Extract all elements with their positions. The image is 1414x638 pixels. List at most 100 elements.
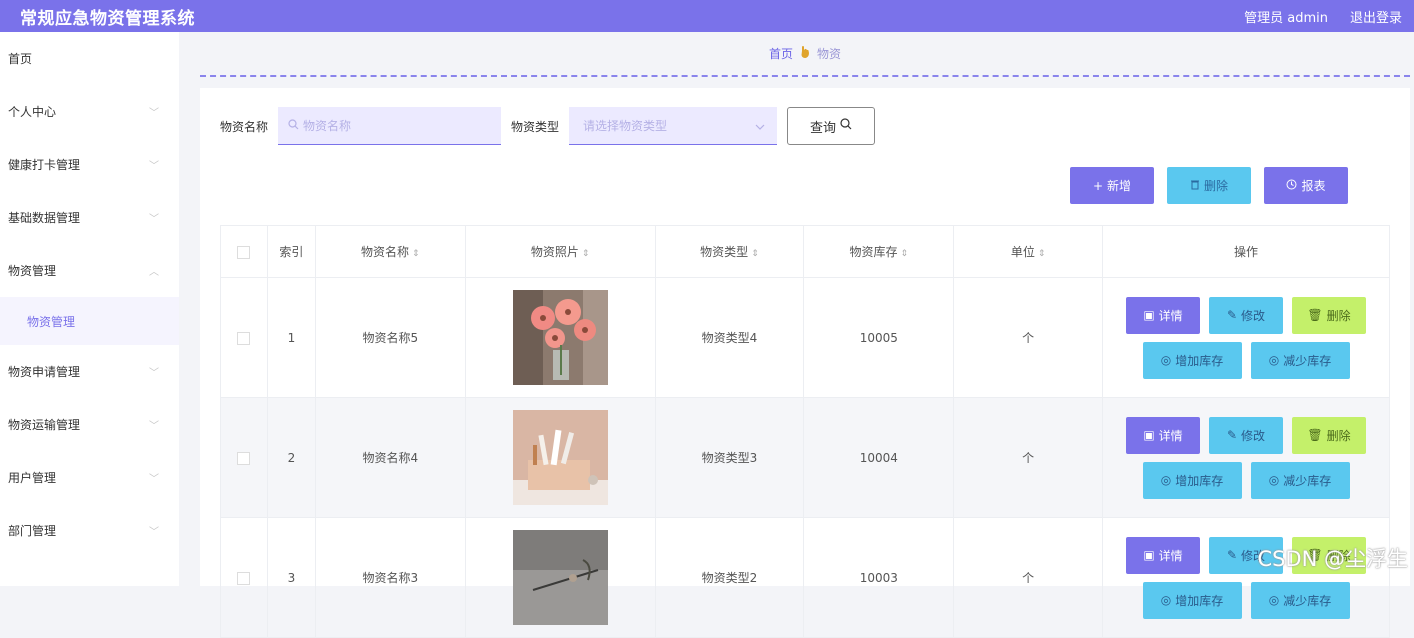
name-placeholder: 物资名称 bbox=[303, 119, 352, 133]
top-bar: 常规应急物资管理系统 管理员 admin 退出登录 bbox=[0, 0, 1414, 32]
cell-actions: ▣ 详情 ✎ 修改 🗑 删除 ◎ 增加库存 ◎ 减少库存 bbox=[1102, 397, 1390, 518]
add-stock-button[interactable]: ◎ 增加库存 bbox=[1142, 341, 1242, 379]
pencil-icon: ✎ bbox=[1226, 428, 1238, 442]
sort-icon[interactable]: ⇕ bbox=[412, 249, 420, 259]
document-icon: ▣ bbox=[1143, 548, 1155, 562]
delete-button[interactable]: 🗑 删除 bbox=[1292, 416, 1366, 454]
content-panel: 物资名称 物资名称 物资类型 请选择物资类型 查询 + 新增 删除 报表 索引 … bbox=[200, 88, 1410, 638]
add-stock-button[interactable]: ◎ 增加库存 bbox=[1142, 581, 1242, 619]
document-icon: ▣ bbox=[1143, 428, 1155, 442]
breadcrumb-current: 物资 bbox=[817, 47, 842, 61]
breadcrumb: 首页 物资 bbox=[200, 32, 1410, 77]
cell-type: 物资类型4 bbox=[654, 277, 805, 398]
sidebar-item-label: 物资管理 bbox=[8, 264, 57, 278]
name-label: 物资名称 bbox=[220, 119, 269, 134]
table-header-row: 索引 物资名称 ⇕ 物资照片 ⇕ 物资类型 ⇕ 物资库存 ⇕ 单位 ⇕ 操作 bbox=[220, 225, 1390, 278]
column-header-index: 索引 bbox=[266, 225, 316, 278]
detail-button[interactable]: ▣ 详情 bbox=[1126, 536, 1200, 574]
chevron-down-icon: ﹀ bbox=[149, 474, 159, 485]
sidebar-item-users[interactable]: 用户管理 ﹀ bbox=[0, 451, 179, 504]
table-row: 3 物资名称3 物资类型2 10003 个 ▣ 详情 ✎ 修改 🗑 删除 ◎ 增… bbox=[220, 517, 1390, 638]
table-row: 2 物资名称4 物资类型3 10004 个 ▣ 详情 ✎ 修改 🗑 删除 ◎ 增… bbox=[220, 397, 1390, 518]
material-photo[interactable] bbox=[512, 290, 608, 385]
edit-label: 修改 bbox=[1241, 428, 1266, 443]
report-button[interactable]: 报表 bbox=[1264, 167, 1348, 204]
query-button[interactable]: 查询 bbox=[787, 107, 876, 145]
add-stock-label: 增加库存 bbox=[1175, 353, 1224, 368]
sidebar-item-requests[interactable]: 物资申请管理 ﹀ bbox=[0, 345, 179, 398]
sort-icon[interactable]: ⇕ bbox=[1038, 249, 1046, 259]
query-button-label: 查询 bbox=[810, 120, 837, 136]
report-button-label: 报表 bbox=[1301, 179, 1326, 193]
column-header-photo[interactable]: 物资照片 ⇕ bbox=[464, 225, 656, 278]
cell-index: 3 bbox=[266, 517, 316, 638]
sidebar-item-label: 首页 bbox=[8, 52, 33, 66]
sidebar-item-home[interactable]: 首页 bbox=[0, 32, 179, 85]
detail-button[interactable]: ▣ 详情 bbox=[1126, 296, 1200, 334]
column-header-actions: 操作 bbox=[1102, 225, 1390, 278]
breadcrumb-separator-icon bbox=[799, 45, 811, 62]
sidebar-item-transport[interactable]: 物资运输管理 ﹀ bbox=[0, 398, 179, 451]
sidebar-item-departments[interactable]: 部门管理 ﹀ bbox=[0, 504, 179, 557]
delete-button[interactable]: 🗑 删除 bbox=[1292, 296, 1366, 334]
cell-stock: 10003 bbox=[803, 517, 955, 638]
batch-delete-button[interactable]: 删除 bbox=[1167, 167, 1251, 204]
sidebar: 首页 个人中心 ﹀ 健康打卡管理 ﹀ 基础数据管理 ﹀ 物资管理 ︿ 物资管理 物资申请… bbox=[0, 32, 179, 586]
reduce-stock-label: 减少库存 bbox=[1283, 353, 1332, 368]
delete-button-label: 删除 bbox=[1203, 179, 1228, 193]
reduce-stock-button[interactable]: ◎ 减少库存 bbox=[1250, 461, 1350, 499]
row-checkbox[interactable] bbox=[237, 331, 251, 345]
detail-button[interactable]: ▣ 详情 bbox=[1126, 416, 1200, 454]
cell-unit: 个 bbox=[953, 517, 1104, 638]
select-all-cell bbox=[220, 225, 268, 278]
trash-icon: 🗑 bbox=[1307, 308, 1323, 322]
row-checkbox[interactable] bbox=[237, 571, 251, 585]
reduce-stock-button[interactable]: ◎ 减少库存 bbox=[1250, 341, 1350, 379]
sort-icon[interactable]: ⇕ bbox=[751, 249, 759, 259]
name-search-input[interactable]: 物资名称 bbox=[278, 107, 502, 145]
add-stock-label: 增加库存 bbox=[1175, 473, 1224, 488]
add-stock-button[interactable]: ◎ 增加库存 bbox=[1142, 461, 1242, 499]
delete-label: 删除 bbox=[1326, 308, 1351, 323]
material-photo[interactable] bbox=[512, 530, 608, 625]
column-header-unit[interactable]: 单位 ⇕ bbox=[953, 225, 1104, 278]
pencil-icon: ✎ bbox=[1226, 548, 1238, 562]
sidebar-item-label: 健康打卡管理 bbox=[8, 158, 81, 172]
location-icon: ◎ bbox=[1268, 593, 1280, 607]
cell-name: 物资名称4 bbox=[314, 397, 466, 518]
trash-icon bbox=[1190, 179, 1200, 193]
sidebar-item-health[interactable]: 健康打卡管理 ﹀ bbox=[0, 138, 179, 191]
sidebar-item-basic-data[interactable]: 基础数据管理 ﹀ bbox=[0, 191, 179, 244]
user-name[interactable]: 管理员 admin bbox=[1244, 7, 1328, 26]
column-header-type[interactable]: 物资类型 ⇕ bbox=[654, 225, 805, 278]
reduce-stock-label: 减少库存 bbox=[1283, 593, 1332, 608]
sidebar-subitem-materials[interactable]: 物资管理 bbox=[0, 297, 179, 345]
cell-stock: 10005 bbox=[803, 277, 955, 398]
sidebar-item-personal[interactable]: 个人中心 ﹀ bbox=[0, 85, 179, 138]
plus-icon: + bbox=[1092, 178, 1104, 193]
header-label: 索引 bbox=[279, 245, 304, 259]
edit-button[interactable]: ✎ 修改 bbox=[1209, 416, 1283, 454]
sort-icon[interactable]: ⇕ bbox=[582, 249, 590, 259]
reduce-stock-button[interactable]: ◎ 减少库存 bbox=[1250, 581, 1350, 619]
column-header-name[interactable]: 物资名称 ⇕ bbox=[314, 225, 466, 278]
detail-label: 详情 bbox=[1158, 428, 1183, 443]
watermark: CSDN @尘浮生 bbox=[1257, 547, 1408, 571]
sidebar-item-materials[interactable]: 物资管理 ︿ bbox=[0, 244, 179, 297]
edit-button[interactable]: ✎ 修改 bbox=[1209, 296, 1283, 334]
chevron-down-icon: ﹀ bbox=[149, 527, 159, 538]
add-button[interactable]: + 新增 bbox=[1070, 167, 1154, 204]
column-header-stock[interactable]: 物资库存 ⇕ bbox=[803, 225, 955, 278]
type-select[interactable]: 请选择物资类型 bbox=[569, 107, 778, 145]
sidebar-item-label: 基础数据管理 bbox=[8, 211, 81, 225]
material-photo[interactable] bbox=[512, 410, 608, 505]
header-label: 物资类型 bbox=[700, 245, 749, 259]
trash-icon: 🗑 bbox=[1307, 428, 1323, 442]
detail-label: 详情 bbox=[1158, 548, 1183, 563]
row-checkbox[interactable] bbox=[237, 451, 251, 465]
logout-link[interactable]: 退出登录 bbox=[1350, 7, 1402, 26]
sort-icon[interactable]: ⇕ bbox=[901, 249, 909, 259]
breadcrumb-home[interactable]: 首页 bbox=[769, 45, 793, 62]
select-all-checkbox[interactable] bbox=[237, 245, 251, 259]
sidebar-item-label: 物资运输管理 bbox=[8, 418, 81, 432]
